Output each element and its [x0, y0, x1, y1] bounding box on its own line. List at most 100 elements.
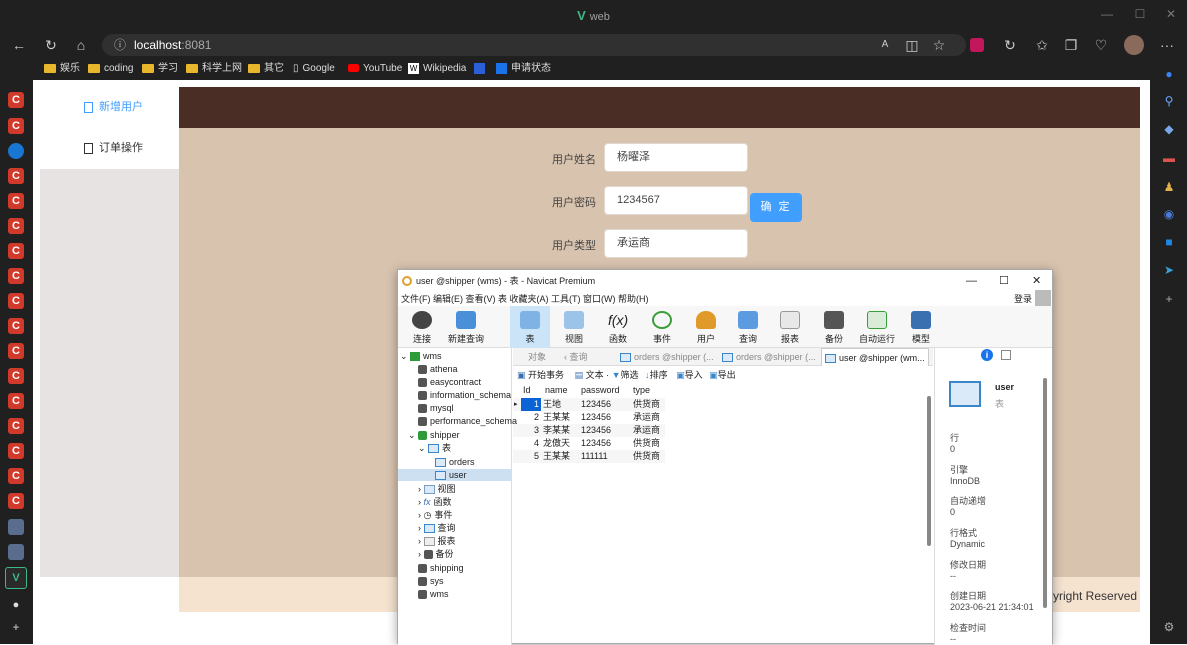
bookmark-folder[interactable]: 科学上网: [186, 61, 242, 77]
health-icon[interactable]: ♡: [1092, 36, 1110, 54]
app-icon[interactable]: C: [8, 243, 24, 259]
back-icon[interactable]: ←: [10, 36, 28, 54]
grid-cell[interactable]: 承运商: [633, 424, 660, 437]
bookmark-folder[interactable]: 其它: [248, 61, 284, 77]
type-input[interactable]: 承运商: [604, 229, 748, 258]
column-header[interactable]: password: [581, 384, 620, 397]
app-icon[interactable]: C: [8, 468, 24, 484]
toolbar-table[interactable]: 表: [510, 306, 550, 348]
grid-cell[interactable]: 2: [521, 411, 541, 424]
grid-cell[interactable]: 111111: [581, 450, 608, 463]
tab-query[interactable]: ‹ 查询: [561, 348, 591, 366]
toolbar-function[interactable]: f(x) 函数: [598, 306, 638, 348]
grid-cell[interactable]: 1: [521, 398, 541, 411]
grid-cell[interactable]: 供货商: [633, 398, 660, 411]
github-icon[interactable]: ●: [8, 597, 24, 613]
column-header[interactable]: Id: [523, 384, 531, 397]
bookmark-link[interactable]: W Wikipedia: [408, 61, 466, 77]
tab-user[interactable]: user @shipper (wm...: [821, 348, 929, 366]
app-icon[interactable]: [8, 143, 24, 159]
vue-app-icon[interactable]: V: [5, 567, 27, 589]
text-button[interactable]: ▤ 文本 ·: [575, 370, 610, 380]
tree-item-table-orders[interactable]: orders: [435, 456, 475, 468]
tree-item-folder[interactable]: › fx 函数: [418, 496, 452, 508]
tag-icon[interactable]: ◆: [1161, 121, 1177, 137]
user-avatar-icon[interactable]: [1035, 290, 1051, 306]
tree-item-shipper[interactable]: ⌄ shipper: [408, 429, 460, 441]
app-icon[interactable]: [8, 544, 24, 560]
import-button[interactable]: ▣导入: [676, 370, 703, 380]
column-header[interactable]: type: [633, 384, 650, 397]
grid-scrollbar[interactable]: [927, 396, 931, 546]
table-row[interactable]: 2 王某某 123456 承运商: [513, 411, 665, 424]
table-row[interactable]: 3 李某某 123456 承运商: [513, 424, 665, 437]
briefcase-icon[interactable]: ▬: [1161, 150, 1177, 166]
grid-cell[interactable]: 龙傲天: [543, 437, 570, 450]
search-icon[interactable]: ⚲: [1161, 93, 1177, 109]
toolbar-query[interactable]: 查询: [728, 306, 768, 348]
minimize-button[interactable]: —: [966, 270, 977, 292]
bookmark-folder[interactable]: 学习: [142, 61, 178, 77]
tree-item-connection[interactable]: ⌄ wms: [400, 350, 442, 362]
maximize-button[interactable]: ☐: [999, 270, 1009, 292]
favorites-icon[interactable]: ✩: [1033, 36, 1051, 54]
app-icon[interactable]: C: [8, 92, 24, 108]
refresh-extension-icon[interactable]: ↻: [1001, 36, 1019, 54]
settings-icon[interactable]: ⚙: [1161, 619, 1177, 635]
password-input[interactable]: 1234567: [604, 186, 748, 215]
app-icon[interactable]: C: [8, 368, 24, 384]
toolbar-model[interactable]: 模型: [901, 306, 941, 348]
tree-item-table-user[interactable]: user: [398, 469, 511, 481]
export-button[interactable]: ▣导出: [709, 370, 736, 380]
toolbar-event[interactable]: 事件: [642, 306, 682, 348]
grid-cell[interactable]: 承运商: [633, 411, 660, 424]
name-input[interactable]: 杨曜泽: [604, 143, 748, 172]
grid-cell[interactable]: 供货商: [633, 437, 660, 450]
bookmark-link[interactable]: YouTube: [348, 61, 402, 77]
navicat-menu-bar[interactable]: 文件(F) 编辑(E) 查看(V) 表 收藏夹(A) 工具(T) 窗口(W) 帮…: [398, 290, 1052, 306]
app-icon[interactable]: C: [8, 118, 24, 134]
tree-item-tables-folder[interactable]: ⌄ 表: [418, 442, 451, 454]
split-screen-icon[interactable]: ◫: [903, 36, 921, 54]
begin-transaction-button[interactable]: ▣ 开始事务: [517, 370, 564, 380]
tab-orders[interactable]: orders @shipper (...: [617, 348, 717, 366]
minimize-button[interactable]: —: [1100, 7, 1114, 21]
profile-avatar[interactable]: [1124, 35, 1144, 55]
grid-cell[interactable]: 王地: [543, 398, 561, 411]
tree-item-folder[interactable]: › 视图: [418, 483, 456, 495]
grid-cell[interactable]: 123456: [581, 424, 611, 437]
menu-item-add-user[interactable]: 新增用户: [40, 87, 179, 128]
grid-cell[interactable]: 王某某: [543, 411, 570, 424]
bookmark-link[interactable]: 申请状态: [496, 61, 551, 77]
grid-cell[interactable]: 4: [521, 437, 541, 450]
tree-item-folder[interactable]: › 报表: [418, 535, 456, 547]
grid-cell[interactable]: 123456: [581, 398, 611, 411]
send-icon[interactable]: ➤: [1161, 262, 1177, 278]
filter-button[interactable]: ▼筛选: [612, 370, 639, 380]
toolbar-report[interactable]: 报表: [770, 306, 810, 348]
extension-icon[interactable]: [970, 38, 984, 52]
home-icon[interactable]: ⌂: [72, 36, 90, 54]
bookmark-link[interactable]: ▯ Google: [293, 61, 335, 77]
toolbar-backup[interactable]: 备份: [814, 306, 854, 348]
ddl-icon[interactable]: [1001, 350, 1011, 360]
tree-item-db[interactable]: easycontract: [418, 376, 481, 388]
add-icon[interactable]: +: [8, 620, 24, 636]
app-icon[interactable]: C: [8, 393, 24, 409]
tree-item-db[interactable]: sys: [418, 575, 444, 587]
info-icon[interactable]: i: [981, 349, 993, 361]
app-icon[interactable]: C: [8, 443, 24, 459]
bell-icon[interactable]: ●: [1161, 66, 1177, 82]
toolbar-user[interactable]: 用户: [686, 306, 726, 348]
grid-cell[interactable]: 5: [521, 450, 541, 463]
table-row[interactable]: ▸ 1 王地 123456 供货商: [513, 398, 665, 411]
info-scrollbar[interactable]: [1043, 378, 1047, 608]
tree-item-db[interactable]: shipping: [418, 562, 464, 574]
grid-cell[interactable]: 李某某: [543, 424, 570, 437]
more-icon[interactable]: ···: [1158, 36, 1176, 54]
tree-item-db[interactable]: mysql: [418, 402, 454, 414]
bookmark-link[interactable]: [474, 61, 485, 77]
table-row[interactable]: 4 龙傲天 123456 供货商: [513, 437, 665, 450]
app-icon[interactable]: C: [8, 218, 24, 234]
app-icon[interactable]: [8, 519, 24, 535]
